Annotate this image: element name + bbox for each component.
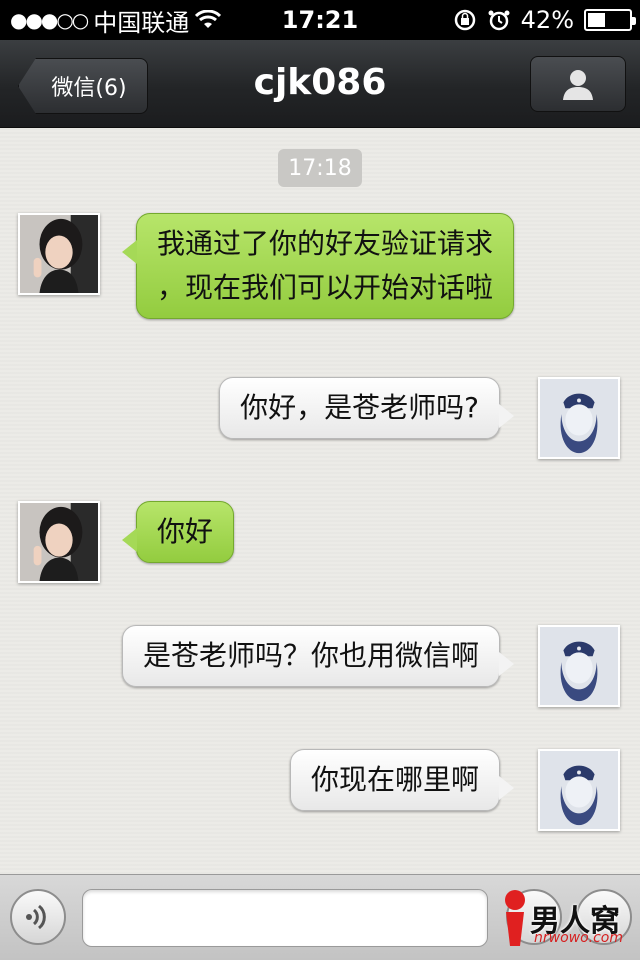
message-line: 是苍老师吗？你也用微信啊 (142, 639, 479, 672)
my-avatar[interactable] (538, 749, 620, 831)
message-line: 我通过了你的好友验证请求 (157, 227, 494, 260)
contact-avatar[interactable] (18, 501, 100, 583)
my-photo (540, 751, 618, 829)
sent-message[interactable]: 你好，是苍老师吗? (219, 377, 514, 439)
status-right: 42% (453, 0, 636, 40)
my-avatar[interactable] (538, 377, 620, 459)
person-icon (563, 70, 593, 100)
status-bar: ●●●○○ 中国联通 17:21 42% (0, 0, 640, 40)
watermark-figure-icon (505, 890, 525, 946)
rotation-lock-icon (454, 9, 475, 31)
message-line: 你好 (157, 515, 214, 548)
battery-level (588, 13, 605, 27)
voice-icon (26, 904, 46, 930)
received-message[interactable]: 我通过了你的好友验证请求 ，现在我们可以开始对话啦 (121, 213, 515, 319)
my-photo (540, 379, 618, 457)
battery-percent: 42% (520, 6, 574, 34)
watermark-url: nrwowo.com (534, 930, 624, 946)
contact-photo (20, 215, 98, 293)
sent-message[interactable]: 是苍老师吗？你也用微信啊 (121, 625, 515, 687)
message-input[interactable] (82, 889, 488, 947)
message-line: ，现在我们可以开始对话啦 (157, 271, 494, 304)
my-avatar[interactable] (538, 625, 620, 707)
message-line: 你好，是苍老师吗? (240, 391, 479, 424)
contact-photo (20, 503, 98, 581)
contact-avatar[interactable] (18, 213, 100, 295)
message-timestamp: 17:18 (278, 149, 362, 187)
voice-button[interactable] (10, 889, 66, 945)
battery-icon (584, 9, 636, 31)
watermark: 男人窝 nrwowo.com (500, 878, 640, 958)
message-line: 你现在哪里啊 (310, 763, 479, 796)
sent-message[interactable]: 你现在哪里啊 (289, 749, 515, 811)
received-message[interactable]: 你好 (121, 501, 235, 563)
my-photo (540, 627, 618, 705)
profile-button[interactable] (530, 56, 626, 112)
alarm-icon (488, 10, 510, 31)
nav-bar: 微信(6) cjk086 (0, 40, 640, 128)
chat-area[interactable]: 17:18 我通过了你的好友验证请求 ，现在我们可以开始对话啦 你好，是苍老师吗… (0, 129, 640, 874)
